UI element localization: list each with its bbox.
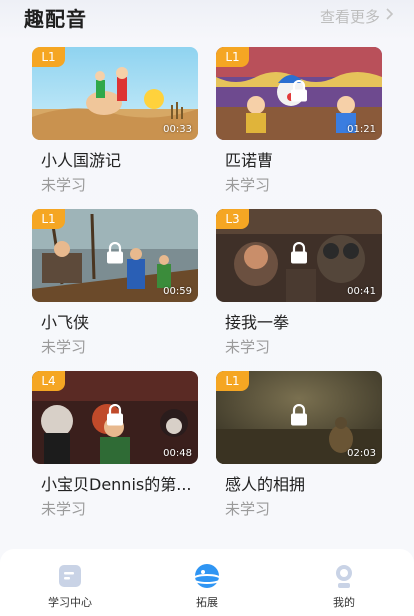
video-thumbnail[interactable]: L3 00:41	[216, 209, 382, 302]
video-duration: 00:48	[163, 448, 192, 459]
card-status: 未学习	[225, 176, 271, 194]
level-badge: L1	[32, 209, 65, 229]
video-card[interactable]: L1 00:59 小飞侠 未学习	[32, 209, 198, 357]
video-thumbnail[interactable]: L1 00:33	[32, 47, 198, 140]
lock-icon	[291, 404, 307, 426]
video-card[interactable]: L1 02:03 感人的相拥 未学习	[216, 371, 382, 519]
level-badge: L1	[216, 371, 249, 391]
tab-explore[interactable]: 拓展	[157, 549, 257, 616]
video-card[interactable]: L3 00:41 接我一拳 未学习	[216, 209, 382, 357]
tab-label: 学习中心	[48, 596, 92, 609]
video-duration: 00:33	[163, 124, 192, 135]
profile-icon	[336, 565, 352, 588]
level-badge: L1	[32, 47, 65, 67]
lock-icon	[291, 80, 307, 102]
tab-study-center[interactable]: 学习中心	[20, 549, 120, 616]
level-badge: L4	[32, 371, 65, 391]
lock-icon	[107, 242, 123, 264]
video-duration: 00:59	[163, 286, 192, 297]
section-title: 趣配音	[24, 7, 87, 31]
chevron-right-icon[interactable]	[384, 7, 394, 21]
video-thumbnail[interactable]: L4 00:48	[32, 371, 198, 464]
lock-icon	[107, 404, 123, 426]
card-status: 未学习	[41, 338, 87, 356]
level-badge: L1	[216, 47, 249, 67]
card-title: 小宝贝Dennis的第...	[41, 475, 192, 494]
card-title: 接我一拳	[225, 313, 290, 332]
level-badge: L3	[216, 209, 249, 229]
video-duration: 00:41	[347, 286, 376, 297]
card-title: 感人的相拥	[225, 475, 306, 494]
card-title: 小飞侠	[41, 313, 90, 332]
video-thumbnail[interactable]: L1 01:21	[216, 47, 382, 140]
video-thumbnail[interactable]: L1 00:59	[32, 209, 198, 302]
video-card[interactable]: L1 00:33 小人国游记 未学习	[32, 47, 198, 195]
video-card[interactable]: L1 01:21 匹诺曹 未学习	[216, 47, 382, 195]
video-card[interactable]: L4 00:48 小宝贝Dennis的第... 未学习	[32, 371, 198, 519]
lock-icon	[291, 242, 307, 264]
card-status: 未学习	[41, 176, 87, 194]
card-status: 未学习	[41, 500, 87, 518]
section-header: 趣配音 查看更多	[0, 0, 414, 34]
study-center-icon	[59, 565, 81, 587]
video-duration: 02:03	[347, 448, 376, 459]
tab-label: 拓展	[196, 596, 218, 609]
see-more-link[interactable]: 查看更多	[320, 6, 380, 27]
video-thumbnail[interactable]: L1 02:03	[216, 371, 382, 464]
video-duration: 01:21	[347, 124, 376, 135]
card-title: 小人国游记	[41, 151, 122, 170]
bottom-tab-bar: 学习中心 拓展 我的	[0, 549, 414, 616]
planet-icon	[192, 564, 222, 588]
tab-label: 我的	[333, 596, 355, 609]
tab-profile[interactable]: 我的	[294, 549, 394, 616]
card-status: 未学习	[225, 500, 271, 518]
card-title: 匹诺曹	[225, 151, 274, 170]
card-status: 未学习	[225, 338, 271, 356]
